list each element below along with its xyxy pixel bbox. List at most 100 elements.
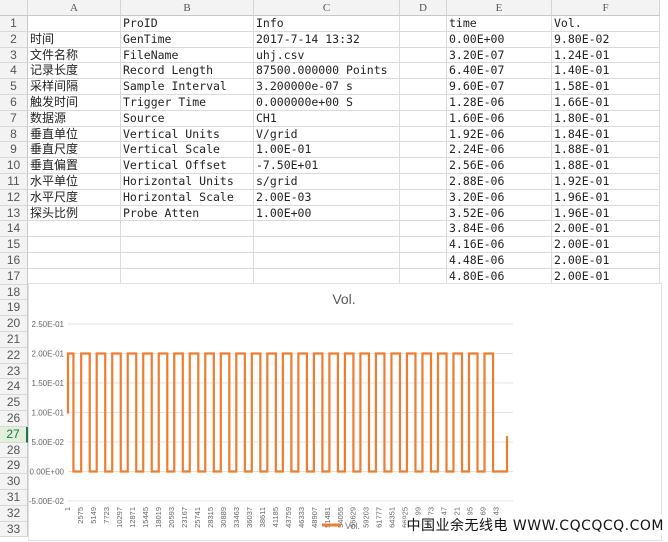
cell-b16[interactable] xyxy=(121,253,254,269)
cell-c9[interactable]: 1.00E-01 xyxy=(254,142,400,159)
cell-a15[interactable] xyxy=(28,237,121,253)
cell-f8[interactable]: 1.84E-01 xyxy=(552,126,660,143)
cell-e13[interactable]: 3.52E-06 xyxy=(447,205,552,222)
row-header-24[interactable]: 24 xyxy=(0,379,28,396)
cell-d8[interactable] xyxy=(400,126,447,143)
row-header-28[interactable]: 28 xyxy=(0,442,28,459)
cell-a3[interactable]: 文件名称 xyxy=(28,47,121,64)
cell-d4[interactable] xyxy=(400,63,447,80)
cell-e14[interactable]: 3.84E-06 xyxy=(447,221,552,238)
cell-f10[interactable]: 1.88E-01 xyxy=(552,158,660,174)
cell-f6[interactable]: 1.66E-01 xyxy=(552,95,660,111)
row-header-31[interactable]: 31 xyxy=(0,490,28,506)
cell-f1[interactable]: Vol. xyxy=(552,16,660,32)
cell-c13[interactable]: 1.00E+00 xyxy=(254,205,400,222)
cell-e11[interactable]: 2.88E-06 xyxy=(447,174,552,190)
cell-e6[interactable]: 1.28E-06 xyxy=(447,95,552,111)
cell-e7[interactable]: 1.60E-06 xyxy=(447,110,552,127)
column-header-c[interactable]: C xyxy=(254,0,400,16)
cell-c5[interactable]: 3.200000e-07 s xyxy=(254,79,400,95)
cell-f12[interactable]: 1.96E-01 xyxy=(552,189,660,206)
cell-a11[interactable]: 水平单位 xyxy=(28,174,121,190)
cell-a1[interactable] xyxy=(28,16,121,32)
cell-c12[interactable]: 2.00E-03 xyxy=(254,189,400,206)
cell-f15[interactable]: 2.00E-01 xyxy=(552,237,660,253)
column-header-f[interactable]: F xyxy=(552,0,660,16)
cell-d2[interactable] xyxy=(400,31,447,48)
row-header-14[interactable]: 14 xyxy=(0,221,28,238)
cell-a13[interactable]: 探头比例 xyxy=(28,205,121,222)
cell-a16[interactable] xyxy=(28,253,121,269)
row-header-16[interactable]: 16 xyxy=(0,253,28,269)
cell-c2[interactable]: 2017-7-14 13:32 xyxy=(254,31,400,48)
cell-f9[interactable]: 1.88E-01 xyxy=(552,142,660,159)
cell-f2[interactable]: 9.80E-02 xyxy=(552,31,660,48)
cell-f11[interactable]: 1.92E-01 xyxy=(552,174,660,190)
cell-b1[interactable]: ProID xyxy=(121,16,254,32)
row-header-6[interactable]: 6 xyxy=(0,95,28,111)
cell-b2[interactable]: GenTime xyxy=(121,31,254,48)
row-header-20[interactable]: 20 xyxy=(0,316,28,332)
row-header-23[interactable]: 23 xyxy=(0,363,28,380)
cell-b6[interactable]: Trigger Time xyxy=(121,95,254,111)
cell-e9[interactable]: 2.24E-06 xyxy=(447,142,552,159)
cell-a4[interactable]: 记录长度 xyxy=(28,63,121,80)
cell-d7[interactable] xyxy=(400,110,447,127)
cell-b3[interactable]: FileName xyxy=(121,47,254,64)
cell-d16[interactable] xyxy=(400,253,447,269)
row-header-25[interactable]: 25 xyxy=(0,395,28,411)
cell-c3[interactable]: uhj.csv xyxy=(254,47,400,64)
cell-f16[interactable]: 2.00E-01 xyxy=(552,253,660,269)
cell-c11[interactable]: s/grid xyxy=(254,174,400,190)
cell-c6[interactable]: 0.000000e+00 S xyxy=(254,95,400,111)
cell-e8[interactable]: 1.92E-06 xyxy=(447,126,552,143)
cell-b12[interactable]: Horizontal Scale xyxy=(121,189,254,206)
select-all-corner[interactable] xyxy=(0,0,28,16)
row-header-4[interactable]: 4 xyxy=(0,63,28,80)
cell-f7[interactable]: 1.80E-01 xyxy=(552,110,660,127)
cell-d12[interactable] xyxy=(400,189,447,206)
row-header-30[interactable]: 30 xyxy=(0,474,28,490)
cell-c14[interactable] xyxy=(254,221,400,238)
cell-d13[interactable] xyxy=(400,205,447,222)
cell-e2[interactable]: 0.00E+00 xyxy=(447,31,552,48)
cell-d5[interactable] xyxy=(400,79,447,95)
cell-b10[interactable]: Vertical Offset xyxy=(121,158,254,174)
cell-c15[interactable] xyxy=(254,237,400,253)
cell-a9[interactable]: 垂直尺度 xyxy=(28,142,121,159)
row-header-29[interactable]: 29 xyxy=(0,458,28,475)
chart[interactable]: Vol. 2.50E-01 2.00E-01 1.50E-01 1.00E-01 5.0… xyxy=(28,283,662,541)
row-header-17[interactable]: 17 xyxy=(0,268,28,285)
cell-d9[interactable] xyxy=(400,142,447,159)
cell-f14[interactable]: 2.00E-01 xyxy=(552,221,660,238)
cell-f13[interactable]: 1.96E-01 xyxy=(552,205,660,222)
row-header-21[interactable]: 21 xyxy=(0,332,28,348)
cell-c7[interactable]: CH1 xyxy=(254,110,400,127)
row-header-22[interactable]: 22 xyxy=(0,347,28,364)
cell-d3[interactable] xyxy=(400,47,447,64)
cell-f5[interactable]: 1.58E-01 xyxy=(552,79,660,95)
row-header-32[interactable]: 32 xyxy=(0,505,28,522)
row-header-8[interactable]: 8 xyxy=(0,126,28,143)
column-header-d[interactable]: D xyxy=(400,0,447,16)
row-header-11[interactable]: 11 xyxy=(0,174,28,190)
cell-d10[interactable] xyxy=(400,158,447,174)
row-header-3[interactable]: 3 xyxy=(0,47,28,64)
cell-a2[interactable]: 时间 xyxy=(28,31,121,48)
row-header-7[interactable]: 7 xyxy=(0,110,28,127)
row-header-5[interactable]: 5 xyxy=(0,79,28,95)
cell-c8[interactable]: V/grid xyxy=(254,126,400,143)
cell-b7[interactable]: Source xyxy=(121,110,254,127)
cell-d1[interactable] xyxy=(400,16,447,32)
cell-e15[interactable]: 4.16E-06 xyxy=(447,237,552,253)
row-header-26[interactable]: 26 xyxy=(0,411,28,427)
cell-b8[interactable]: Vertical Units xyxy=(121,126,254,143)
cell-e3[interactable]: 3.20E-07 xyxy=(447,47,552,64)
cell-d15[interactable] xyxy=(400,237,447,253)
row-header-1[interactable]: 1 xyxy=(0,16,28,32)
cell-b5[interactable]: Sample Interval xyxy=(121,79,254,95)
row-header-18[interactable]: 18 xyxy=(0,284,28,301)
cell-f4[interactable]: 1.40E-01 xyxy=(552,63,660,80)
cell-a10[interactable]: 垂直偏置 xyxy=(28,158,121,174)
cell-a5[interactable]: 采样间隔 xyxy=(28,79,121,95)
